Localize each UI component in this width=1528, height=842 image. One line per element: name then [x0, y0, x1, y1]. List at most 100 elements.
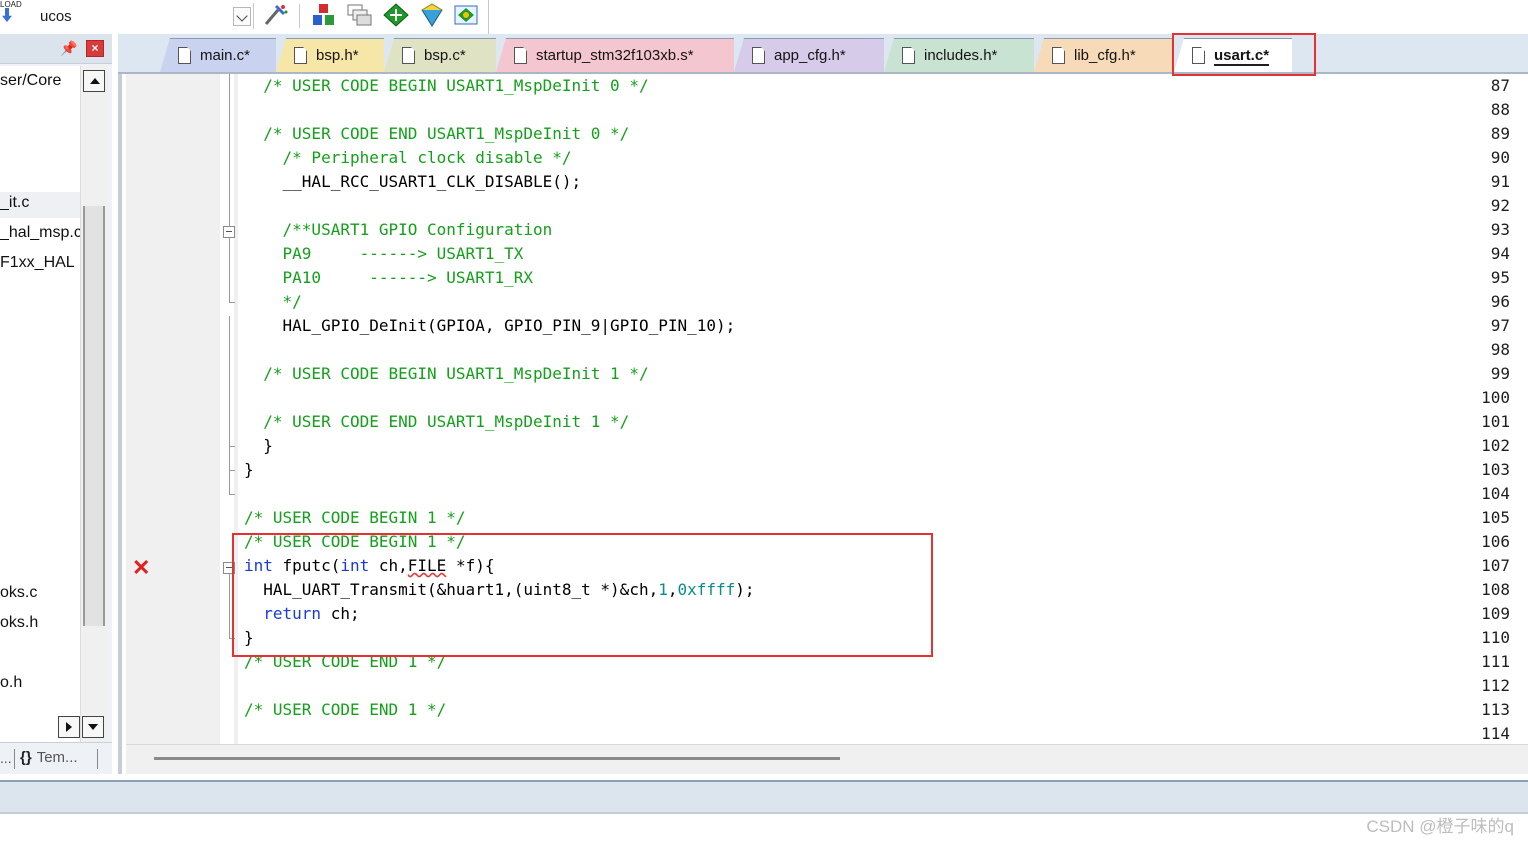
fold-toggle-icon[interactable] [223, 226, 235, 238]
code-line[interactable]: /* USER CODE END USART1_MspDeInit 0 */ [244, 124, 629, 143]
select-software-packs-icon[interactable] [418, 2, 446, 28]
load-icon[interactable]: LOAD [0, 0, 22, 24]
code-line[interactable]: } [244, 460, 254, 479]
code-highlight-box [232, 533, 933, 657]
line-number: 88 [1490, 100, 1510, 119]
toolbar: LOAD ucos [0, 0, 1528, 34]
tab-app-cfg-h[interactable]: app_cfg.h* [734, 38, 884, 72]
tree-item-hal-msp-file[interactable]: _hal_msp.c [0, 224, 80, 242]
code-line[interactable]: /**USART1 GPIO Configuration [244, 220, 553, 239]
line-number: 97 [1490, 316, 1510, 335]
tab-main-c[interactable]: main.c* [160, 38, 276, 72]
watermark: CSDN @橙子味的q [1366, 817, 1514, 836]
scroll-thumb[interactable] [83, 206, 105, 626]
line-number: 95 [1490, 268, 1510, 287]
editor-tab-strip: main.c* bsp.h* bsp.c* startup_stm32f103xb.s… [118, 34, 1528, 74]
copy-windows-icon[interactable] [345, 2, 373, 28]
editor-horizontal-scrollbar[interactable] [126, 744, 1528, 774]
code-line[interactable]: /* USER CODE END 1 */ [244, 700, 446, 719]
document-icon [1052, 47, 1065, 64]
line-number: 98 [1490, 340, 1510, 359]
panel-tabs: ... {} Tem... [0, 742, 112, 774]
code-line[interactable]: /* USER CODE BEGIN 1 */ [244, 508, 466, 527]
tree-item-hooks-c[interactable]: oks.c [0, 584, 37, 602]
tab-startup-stm32f103xb-s[interactable]: startup_stm32f103xb.s* [496, 38, 734, 72]
fold-end-tick [229, 470, 235, 471]
tree-vertical-scrollbar[interactable] [80, 66, 108, 756]
tab-bsp-h[interactable]: bsp.h* [276, 38, 384, 72]
line-number: 102 [1481, 436, 1510, 455]
line-number: 93 [1490, 220, 1510, 239]
tab-project[interactable]: ... [0, 750, 12, 766]
chevron-down-icon[interactable] [233, 7, 251, 26]
tab-bsp-c[interactable]: bsp.c* [384, 38, 496, 72]
tab-includes-h[interactable]: includes.h* [884, 38, 1034, 72]
tab-label: includes.h* [924, 47, 998, 64]
manage-components-icon[interactable] [310, 2, 338, 28]
scroll-up-icon[interactable] [83, 70, 105, 92]
tab-label: main.c* [200, 47, 251, 64]
run-time-environment-icon[interactable] [452, 2, 480, 28]
pin-icon[interactable]: 📌 [60, 40, 77, 57]
target-name: ucos [40, 8, 72, 25]
fold-end-tick [229, 494, 235, 495]
output-panel-strip [0, 780, 1528, 814]
target-select[interactable]: ucos [26, 3, 254, 29]
tab-label: bsp.h* [316, 47, 359, 64]
project-panel: 📌 × ser/Core _it.c _hal_msp.c F1xx_HAL o… [0, 34, 112, 774]
document-icon [294, 47, 307, 64]
fold-end-tick [229, 446, 235, 447]
line-number: 113 [1481, 700, 1510, 719]
document-icon [752, 47, 765, 64]
code-editor[interactable]: /* USER CODE BEGIN USART1_MspDeInit 0 */… [118, 74, 1528, 774]
line-number: 92 [1490, 196, 1510, 215]
tree-item-h-file[interactable]: o.h [0, 674, 22, 692]
code-line[interactable]: /* USER CODE BEGIN USART1_MspDeInit 0 */ [244, 76, 648, 95]
tree-item-hooks-h[interactable]: oks.h [0, 614, 38, 632]
tab-lib-cfg-h[interactable]: lib_cfg.h* [1034, 38, 1174, 72]
line-number: 90 [1490, 148, 1510, 167]
code-line[interactable]: } [244, 436, 273, 455]
line-number: 103 [1481, 460, 1510, 479]
tab-label: startup_stm32f103xb.s* [536, 47, 694, 64]
code-line[interactable]: PA9 ------> USART1_TX [244, 244, 524, 263]
code-line[interactable]: PA10 ------> USART1_RX [244, 268, 533, 287]
document-icon [514, 47, 527, 64]
project-tree: ser/Core _it.c _hal_msp.c F1xx_HAL oks.c… [0, 66, 80, 756]
scroll-right-icon[interactable] [58, 716, 80, 738]
pack-installer-icon[interactable] [382, 2, 410, 28]
fold-guide [229, 574, 230, 638]
line-number: 94 [1490, 244, 1510, 263]
load-label: LOAD [0, 0, 22, 9]
panel-header: 📌 × [0, 34, 112, 64]
active-tab-highlight [1172, 33, 1316, 76]
scroll-down-icon[interactable] [82, 716, 104, 738]
tab-label: lib_cfg.h* [1074, 47, 1136, 64]
document-icon [402, 47, 415, 64]
error-icon[interactable]: ✕ [132, 557, 150, 579]
scroll-thumb[interactable] [154, 757, 840, 760]
document-icon [178, 47, 191, 64]
line-number: 104 [1481, 484, 1510, 503]
options-for-target-icon[interactable] [262, 2, 290, 28]
fold-guide [229, 74, 230, 226]
line-number: 105 [1481, 508, 1510, 527]
close-icon[interactable]: × [86, 40, 104, 57]
tab-templates[interactable]: {} Tem... [20, 749, 78, 766]
line-number: 109 [1481, 604, 1510, 623]
tree-item-it-file[interactable]: _it.c [0, 194, 29, 212]
code-line[interactable]: /* Peripheral clock disable */ [244, 148, 572, 167]
fold-guide [229, 316, 230, 494]
line-number: 91 [1490, 172, 1510, 191]
code-line[interactable]: /* USER CODE BEGIN USART1_MspDeInit 1 */ [244, 364, 648, 383]
code-line[interactable]: HAL_GPIO_DeInit(GPIOA, GPIO_PIN_9|GPIO_P… [244, 316, 736, 335]
line-number: 112 [1481, 676, 1510, 695]
line-number: 89 [1490, 124, 1510, 143]
tree-item-hal-driver-folder[interactable]: F1xx_HAL [0, 254, 75, 272]
code-line[interactable]: /* USER CODE END USART1_MspDeInit 1 */ [244, 412, 629, 431]
code-line[interactable]: __HAL_RCC_USART1_CLK_DISABLE(); [244, 172, 582, 191]
line-number: 87 [1490, 76, 1510, 95]
tree-item-core-folder[interactable]: ser/Core [0, 72, 61, 90]
code-line[interactable]: */ [244, 292, 302, 311]
tab-templates-label: Tem... [36, 749, 78, 766]
